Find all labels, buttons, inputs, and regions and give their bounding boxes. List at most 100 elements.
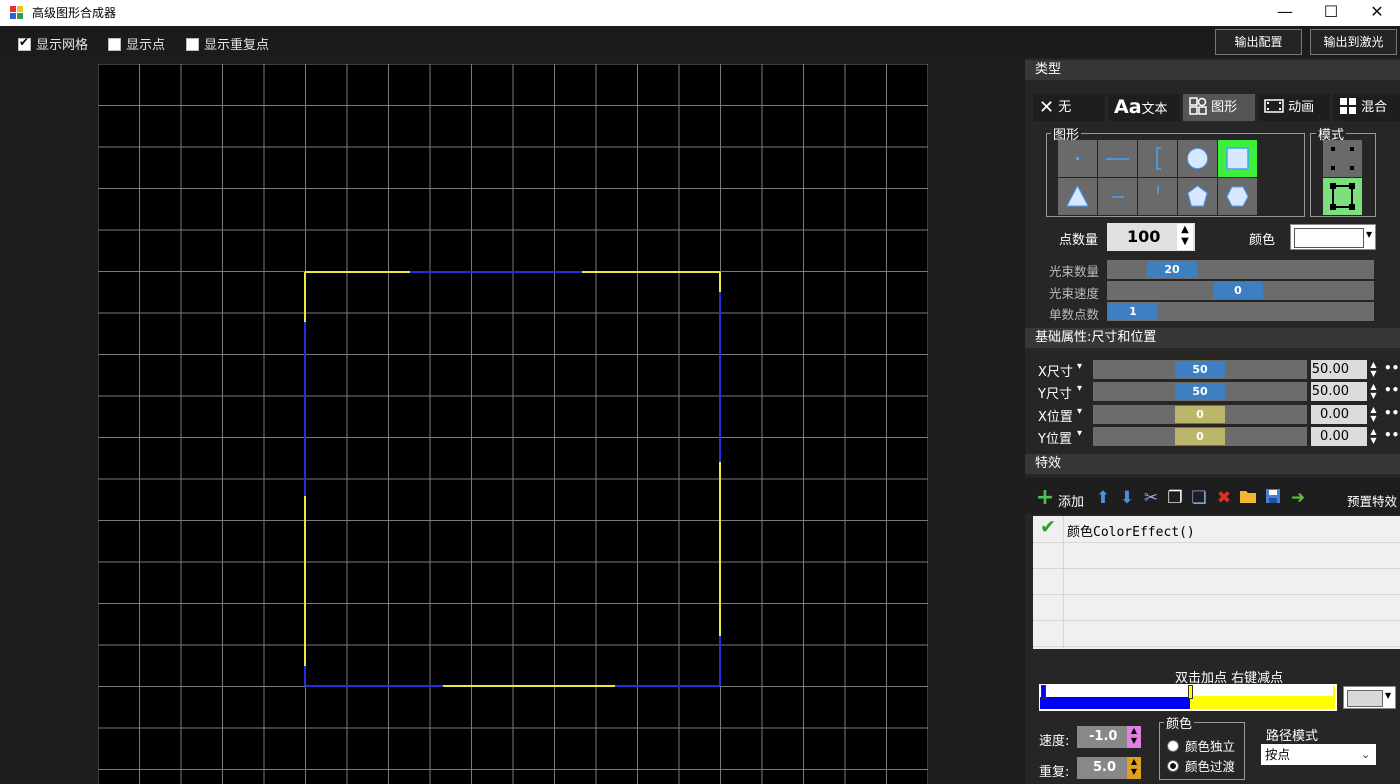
- spin-up-icon[interactable]: ▲: [1177, 224, 1193, 236]
- checkbox-box[interactable]: [108, 38, 121, 51]
- export-config-button[interactable]: 输出配置: [1215, 29, 1302, 55]
- folder-icon[interactable]: [1238, 488, 1258, 508]
- show-repeat-points-checkbox[interactable]: 显示重复点: [186, 34, 269, 53]
- shape-hexagon-button[interactable]: [1218, 178, 1257, 215]
- chevron-down-icon: ▼: [1366, 230, 1373, 239]
- path-mode-select[interactable]: 按点 ⌄: [1261, 744, 1376, 765]
- shape-square-button[interactable]: [1218, 140, 1257, 177]
- show-points-checkbox[interactable]: 显示点: [108, 34, 165, 53]
- list-item: [1033, 568, 1400, 595]
- outline-mode-button[interactable]: [1323, 178, 1362, 215]
- copy-icon[interactable]: ❐: [1165, 488, 1185, 508]
- close-button[interactable]: ✕: [1354, 0, 1400, 26]
- y-position-spinner[interactable]: ▲ ▼: [1367, 427, 1380, 446]
- save-icon[interactable]: [1263, 488, 1283, 508]
- add-effect-button[interactable]: 添加: [1058, 491, 1084, 510]
- x-position-more-button[interactable]: •••: [1384, 406, 1400, 420]
- move-up-icon[interactable]: ⬆: [1093, 488, 1113, 508]
- shape-dot-button[interactable]: [1058, 140, 1097, 177]
- tab-mix[interactable]: 混合: [1333, 94, 1400, 121]
- y-size-input[interactable]: 50.00: [1311, 382, 1367, 401]
- single-points-slider[interactable]: 1: [1107, 302, 1374, 321]
- beam-count-slider[interactable]: 20: [1107, 260, 1374, 279]
- slider-thumb[interactable]: 50: [1175, 361, 1225, 378]
- delete-icon[interactable]: ✖: [1214, 488, 1234, 508]
- tab-label: 图形: [1211, 100, 1238, 115]
- x-size-input[interactable]: 50.00: [1311, 360, 1367, 379]
- minimize-button[interactable]: —: [1262, 0, 1308, 26]
- x-size-more-button[interactable]: •••: [1384, 361, 1400, 375]
- shape-bracket-button[interactable]: [1138, 140, 1177, 177]
- move-down-icon[interactable]: ⬇: [1117, 488, 1137, 508]
- x-position-input[interactable]: 0.00: [1311, 405, 1367, 424]
- gradient-track: [1192, 686, 1333, 696]
- export-icon[interactable]: ➜: [1288, 488, 1308, 508]
- shape-tick-button[interactable]: [1138, 178, 1177, 215]
- gradient-track: [1041, 686, 1189, 697]
- chevron-down-icon[interactable]: ▾: [1077, 406, 1082, 417]
- y-size-slider[interactable]: 50: [1093, 382, 1307, 401]
- speed-spinner[interactable]: ▲ ▼: [1127, 726, 1141, 748]
- cut-icon[interactable]: ✂: [1141, 488, 1161, 508]
- color-picker[interactable]: ▼: [1290, 224, 1376, 250]
- gradient-stop-handle[interactable]: [1188, 685, 1193, 699]
- tab-label: 动画: [1288, 100, 1315, 115]
- chevron-down-icon[interactable]: ▾: [1077, 428, 1082, 439]
- x-position-spinner[interactable]: ▲ ▼: [1367, 405, 1380, 424]
- list-item[interactable]: ✔ 颜色ColorEffect(): [1033, 516, 1400, 543]
- shape-short-line-button[interactable]: [1098, 178, 1137, 215]
- x-size-spinner[interactable]: ▲ ▼: [1367, 360, 1380, 379]
- shape-circle-button[interactable]: [1178, 140, 1217, 177]
- slider-thumb[interactable]: 1: [1108, 303, 1158, 320]
- y-position-input[interactable]: 0.00: [1311, 427, 1367, 446]
- gradient-color-picker[interactable]: ▼: [1343, 686, 1396, 709]
- radio-circle[interactable]: [1167, 740, 1179, 752]
- slider-thumb[interactable]: 0: [1175, 428, 1225, 445]
- beam-speed-slider[interactable]: 0: [1107, 281, 1374, 300]
- add-icon[interactable]: +: [1035, 487, 1055, 509]
- points-mode-icon: [1331, 147, 1354, 170]
- color-independent-radio[interactable]: 颜色独立: [1167, 736, 1235, 755]
- shape-triangle-button[interactable]: [1058, 178, 1097, 215]
- shape-pentagon-button[interactable]: [1178, 178, 1217, 215]
- slider-thumb[interactable]: 20: [1147, 261, 1197, 278]
- shape-line-button[interactable]: [1098, 140, 1137, 177]
- maximize-button[interactable]: ☐: [1308, 0, 1354, 26]
- checkbox-box[interactable]: [186, 38, 199, 51]
- paste-icon[interactable]: ❏: [1189, 488, 1209, 508]
- show-grid-checkbox[interactable]: ✔ 显示网格: [18, 34, 88, 53]
- hexagon-icon: [1226, 186, 1249, 207]
- tab-shape[interactable]: 图形: [1183, 94, 1255, 121]
- effects-list[interactable]: ✔ 颜色ColorEffect(): [1033, 516, 1400, 649]
- y-size-spinner[interactable]: ▲ ▼: [1367, 382, 1380, 401]
- gradient-editor[interactable]: [1039, 684, 1337, 711]
- point-count-spinner[interactable]: ▲ ▼: [1177, 224, 1193, 250]
- enabled-check-icon[interactable]: ✔: [1040, 516, 1056, 538]
- drawing-canvas[interactable]: [98, 64, 928, 784]
- slider-thumb[interactable]: 50: [1175, 383, 1225, 400]
- repeat-spinner[interactable]: ▲ ▼: [1127, 757, 1141, 779]
- export-laser-button[interactable]: 输出到激光: [1310, 29, 1397, 55]
- preset-effects-button[interactable]: 预置特效: [1347, 491, 1397, 510]
- points-mode-button[interactable]: [1323, 140, 1362, 177]
- gradient-stop-handle[interactable]: [1041, 685, 1046, 699]
- y-position-more-button[interactable]: •••: [1384, 428, 1400, 442]
- slider-thumb[interactable]: 0: [1213, 282, 1263, 299]
- speed-input[interactable]: -1.0: [1077, 726, 1133, 748]
- tab-text[interactable]: Aa文本: [1108, 94, 1180, 121]
- outline-mode-icon: [1330, 183, 1355, 210]
- chevron-down-icon[interactable]: ▾: [1077, 361, 1082, 372]
- spin-down-icon[interactable]: ▼: [1177, 236, 1193, 248]
- slider-thumb[interactable]: 0: [1175, 406, 1225, 423]
- radio-circle[interactable]: [1167, 760, 1179, 772]
- tab-animation[interactable]: 动画: [1258, 94, 1330, 121]
- x-size-slider[interactable]: 50: [1093, 360, 1307, 379]
- chevron-down-icon[interactable]: ▾: [1077, 383, 1082, 394]
- checkbox-box[interactable]: ✔: [18, 35, 31, 51]
- y-position-slider[interactable]: 0: [1093, 427, 1307, 446]
- y-size-more-button[interactable]: •••: [1384, 383, 1400, 397]
- color-transition-radio[interactable]: 颜色过渡: [1167, 756, 1235, 775]
- x-position-slider[interactable]: 0: [1093, 405, 1307, 424]
- repeat-input[interactable]: 5.0: [1077, 757, 1133, 779]
- tab-none[interactable]: ✕ 无: [1033, 94, 1105, 121]
